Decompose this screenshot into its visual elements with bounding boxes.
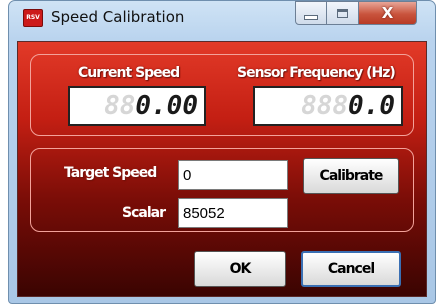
frequency-unlit-digits: 888 — [301, 91, 349, 121]
window-title: Speed Calibration — [51, 8, 185, 26]
sensor-frequency-label: Sensor Frequency (Hz) — [237, 65, 396, 81]
speed-value: 0.00 — [135, 91, 198, 121]
current-speed-label: Current Speed — [78, 65, 180, 81]
scalar-input[interactable] — [178, 198, 288, 228]
minimize-button[interactable] — [295, 1, 327, 25]
speed-calibration-window: RSV Speed Calibration X Current Speed Se… — [8, 0, 436, 304]
title-bar[interactable]: RSV Speed Calibration X — [9, 1, 435, 41]
close-button[interactable]: X — [359, 1, 417, 25]
ok-button[interactable]: OK — [194, 251, 286, 287]
app-logo-icon: RSV — [23, 9, 43, 27]
cancel-button[interactable]: Cancel — [301, 251, 401, 287]
maximize-icon — [337, 8, 348, 18]
maximize-button[interactable] — [327, 1, 359, 25]
client-area: Current Speed Sensor Frequency (Hz) 880.… — [17, 41, 427, 297]
minimize-icon — [304, 14, 318, 20]
scalar-label: Scalar — [122, 205, 166, 221]
target-speed-input[interactable] — [178, 160, 288, 190]
sensor-frequency-display: 8880.0 — [253, 86, 403, 126]
close-icon: X — [381, 4, 394, 22]
calibrate-button[interactable]: Calibrate — [303, 158, 399, 194]
current-speed-display: 880.00 — [68, 86, 206, 126]
frequency-value: 0.0 — [348, 91, 395, 121]
speed-unlit-digits: 88 — [104, 91, 136, 121]
target-speed-label: Target Speed — [64, 165, 157, 181]
